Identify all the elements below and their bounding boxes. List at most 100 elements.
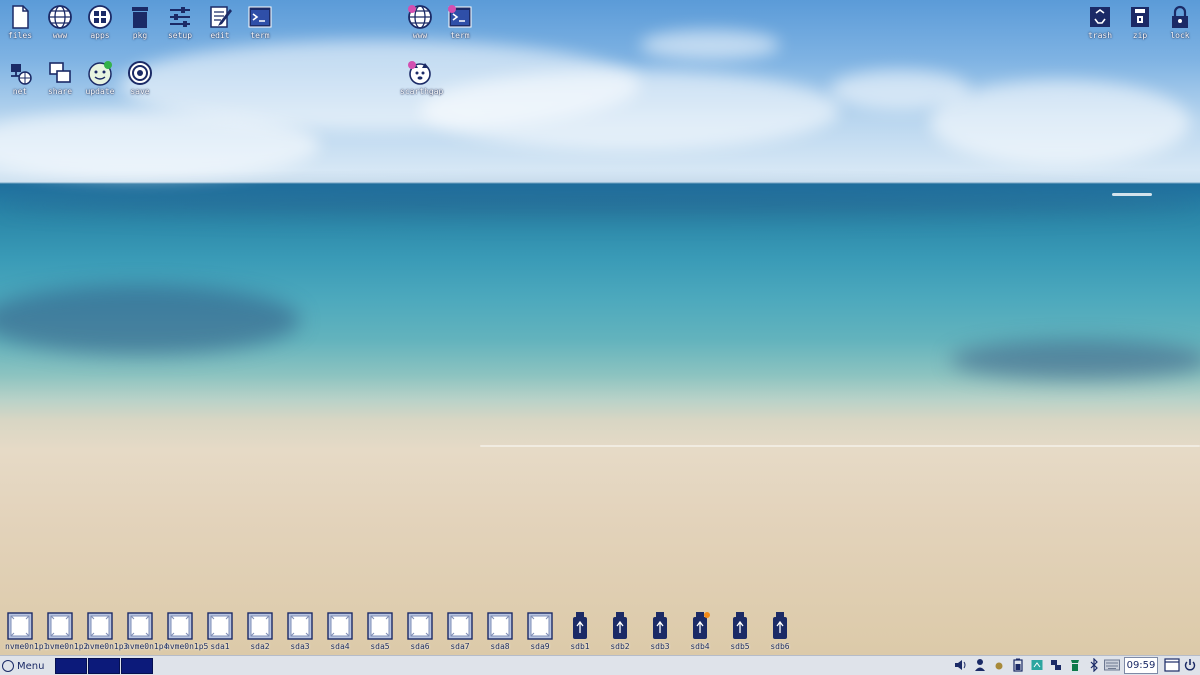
drive-icon-nvme0n1p3[interactable]: nvme0n1p3 <box>85 611 129 651</box>
menu-button[interactable]: Menu <box>2 658 44 674</box>
desktop-icon-label: scarthgap <box>400 87 444 96</box>
keyboard-icon[interactable] <box>1104 658 1120 672</box>
network-tray-icon[interactable] <box>1050 658 1062 672</box>
drive-icon-sdb4[interactable]: sdb4 <box>685 611 715 651</box>
desktop-icon-label: pkg <box>132 31 148 40</box>
drive-label: sda7 <box>450 642 470 651</box>
zip-icon <box>1131 7 1149 27</box>
drive-icon-sda2[interactable]: sda2 <box>245 611 275 651</box>
usb-drive-icon <box>653 612 667 639</box>
hard-drive-icon <box>527 612 553 640</box>
desktop-icon-edit[interactable]: edit <box>200 4 240 40</box>
trash-icon <box>1090 7 1110 27</box>
hard-drive-icon <box>327 612 353 640</box>
drive-icon-sdb3[interactable]: sdb3 <box>645 611 675 651</box>
hard-drive-icon <box>87 612 113 640</box>
desktop-icon-label: term <box>250 31 270 40</box>
drive-label: sda2 <box>250 642 270 651</box>
desktop-icon-www[interactable]: www <box>40 4 80 40</box>
drive-label: nvme0n1p3 <box>85 642 129 651</box>
usb-drive-icon <box>613 612 627 639</box>
desktop-icon-term-2[interactable]: term <box>440 4 480 40</box>
desktop-icon-zip[interactable]: zip <box>1120 4 1160 40</box>
drive-icon-nvme0n1p2[interactable]: nvme0n1p2 <box>45 611 88 651</box>
desktop-icon-scarthgap[interactable]: scarthgap <box>400 60 444 96</box>
desktop-wallpaper: files www apps pkg setup edit term net s… <box>0 0 1200 655</box>
battery-icon[interactable] <box>1012 658 1024 672</box>
cloud <box>830 70 970 110</box>
desktop-icon-update[interactable]: update <box>80 60 120 96</box>
drive-icon-nvme0n1p4[interactable]: nvme0n1p4 <box>125 611 168 651</box>
desktop-icon-lock[interactable]: lock <box>1160 4 1200 40</box>
workspace-1[interactable] <box>55 658 87 674</box>
sliders-icon <box>170 7 190 27</box>
hard-drive-icon <box>127 612 153 640</box>
updates-tray-icon[interactable] <box>1069 658 1081 672</box>
edit-icon <box>210 6 232 28</box>
desktop-icon-label: share <box>47 87 73 96</box>
drive-icon-sdb6[interactable]: sdb6 <box>765 611 795 651</box>
hard-drive-icon <box>7 612 33 640</box>
menu-icon <box>2 660 14 672</box>
drive-icon-sda5[interactable]: sda5 <box>365 611 395 651</box>
user-icon[interactable] <box>974 658 986 672</box>
drive-label: sdb5 <box>730 642 750 651</box>
desktop-icon-files[interactable]: files <box>0 4 40 40</box>
desktop-icon-term[interactable]: term <box>240 4 280 40</box>
drive-icon-sda4[interactable]: sda4 <box>325 611 355 651</box>
desktop-icon-save[interactable]: save <box>120 60 160 96</box>
desktop-icon-pkg[interactable]: pkg <box>120 4 160 40</box>
globe-icon <box>48 5 72 29</box>
desktop-icon-label: zip <box>1132 31 1148 40</box>
clock[interactable]: 09:59 <box>1124 657 1158 674</box>
hard-drive-icon <box>487 612 513 640</box>
desktop-icon-setup[interactable]: setup <box>160 4 200 40</box>
power-icon[interactable] <box>993 658 1005 672</box>
update-icon <box>88 61 112 86</box>
drive-icon-nvme0n1p1[interactable]: nvme0n1p1 <box>5 611 49 651</box>
wave-foam <box>1112 193 1152 196</box>
drive-label: sda5 <box>370 642 390 651</box>
workspace-2[interactable] <box>88 658 120 674</box>
show-desktop-icon[interactable] <box>1164 658 1180 672</box>
drive-label: nvme0n1p1 <box>5 642 49 651</box>
drive-icon-sda8[interactable]: sda8 <box>485 611 515 651</box>
cloud <box>640 30 780 60</box>
desktop-icon-trash[interactable]: trash <box>1080 4 1120 40</box>
desktop-icon-label: term <box>450 31 470 40</box>
menu-label: Menu <box>17 660 45 672</box>
drive-icon-sdb1[interactable]: sdb1 <box>565 611 595 651</box>
wave-foam <box>480 445 1200 447</box>
drive-icon-sdb5[interactable]: sdb5 <box>725 611 755 651</box>
drive-icon-sda6[interactable]: sda6 <box>405 611 435 651</box>
hard-drive-icon <box>287 612 313 640</box>
drive-label: sda3 <box>290 642 310 651</box>
drive-icon-sdb2[interactable]: sdb2 <box>605 611 635 651</box>
drive-icon-nvme0n1p5[interactable]: nvme0n1p5 <box>165 611 208 651</box>
drive-label: sdb3 <box>650 642 670 651</box>
exit-icon[interactable] <box>1184 658 1196 672</box>
drive-icon-sda3[interactable]: sda3 <box>285 611 315 651</box>
drive-icon-sda7[interactable]: sda7 <box>445 611 475 651</box>
drive-icon-sda1[interactable]: sda1 <box>205 611 235 651</box>
desktop-icon-apps[interactable]: apps <box>80 4 120 40</box>
puppy-icon <box>408 61 431 85</box>
drive-label: sdb2 <box>610 642 630 651</box>
hard-drive-icon <box>447 612 473 640</box>
cloud <box>420 70 840 150</box>
desktop-icon-www-2[interactable]: www <box>400 4 440 40</box>
hard-drive-icon <box>407 612 433 640</box>
cloud <box>0 110 320 180</box>
desktop-icon-label: setup <box>167 31 193 40</box>
hard-drive-icon <box>367 612 393 640</box>
drive-label: sda8 <box>490 642 510 651</box>
display-icon[interactable] <box>1031 658 1043 672</box>
desktop-icon-label: save <box>130 87 150 96</box>
bluetooth-icon[interactable] <box>1088 658 1100 672</box>
workspace-3[interactable] <box>121 658 153 674</box>
desktop-icon-share[interactable]: share <box>40 60 80 96</box>
volume-icon[interactable] <box>954 658 966 672</box>
desktop-icon-net[interactable]: net <box>0 60 40 96</box>
drive-icon-sda9[interactable]: sda9 <box>525 611 555 651</box>
desktop-icon-label: apps <box>90 31 110 40</box>
